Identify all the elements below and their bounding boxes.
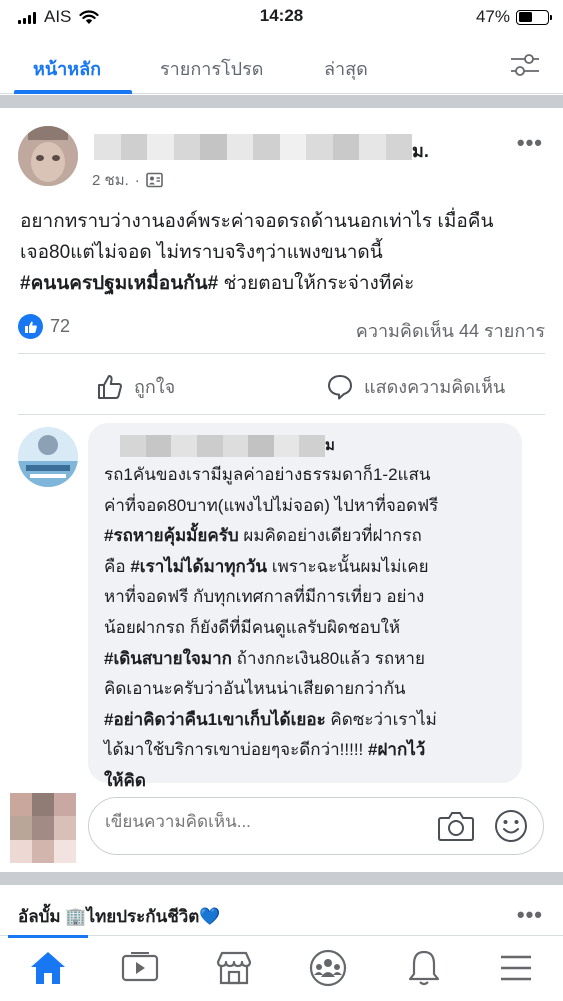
comment-input[interactable]: [105, 812, 425, 832]
active-tab-indicator: [14, 90, 132, 94]
comment-hashtag[interactable]: #เดินสบายใจมาก: [104, 649, 232, 668]
post-text-line: เจอ80แต่ไม่จอด ไม่ทราบจริงๆว่าแพงขนาดนี้: [20, 242, 383, 263]
comment-text-fragment: ถ้างกกะเงิน80แล้ว รถหาย: [231, 648, 425, 668]
bottom-nav: [0, 935, 563, 1001]
like-reaction-icon: [18, 314, 43, 339]
commenter-name-redacted: [120, 435, 325, 457]
marketplace-icon[interactable]: [214, 948, 254, 988]
post-text-line: อยากทราบว่างานองค์พระค่าจอดรถด้านนอกเท่า…: [20, 211, 494, 232]
menu-icon[interactable]: [496, 948, 536, 988]
comment-line: น้อยฝากรถ ก็ยังดีที่มีคนดูแลรับผิดชอบให้: [104, 617, 401, 637]
comment-hashtag[interactable]: #อย่าคิดว่าคืน1เขาเก็บได้เยอะ: [104, 710, 326, 729]
like-button[interactable]: ถูกใจ: [96, 372, 175, 401]
comment-hashtag[interactable]: #เราไม่ได้มาทุกวัน: [130, 557, 267, 576]
comment-text: รถ1คันของเรามีมูลค่าอย่างธรรมดาก็1-2แสน …: [104, 460, 514, 797]
thumbs-up-icon: [98, 374, 122, 399]
comment-label: แสดงความคิดเห็น: [364, 377, 506, 397]
post-meta: 2 ชม. ·: [92, 168, 163, 192]
comment-line: คิดเอานะครับว่าอันไหนน่าเสียดายกว่ากัน: [104, 679, 406, 699]
comment-text-fragment: ผมคิดอย่างเดียวที่ฝากรถ: [238, 526, 422, 546]
status-bar: AIS 14:28 47%: [0, 0, 563, 34]
author-name-redacted: [94, 134, 412, 160]
post-time[interactable]: 2 ชม.: [92, 168, 129, 192]
tab-home[interactable]: หน้าหลัก: [33, 54, 101, 83]
post-text-fragment: ช่วยตอบให้กระจ่างทีค่ะ: [218, 273, 415, 294]
feed-tabs: หน้าหลัก รายการโปรด ล่าสุด: [0, 34, 563, 94]
post-options-icon[interactable]: •••: [517, 130, 543, 156]
post-text-line: #คนนครปฐมเหมื่อนกัน# ช่วยตอบให้กระจ่างที…: [20, 268, 550, 299]
comment-line: ได้มาใช้บริการเขาบ่อยๆจะดีกว่า!!!!! #ฝาก…: [104, 735, 514, 766]
groups-icon[interactable]: [308, 948, 348, 988]
comment-bubble-icon: [328, 374, 352, 399]
comment-line: #อย่าคิดว่าคืน1เขาเก็บได้เยอะ คิดซะว่าเร…: [104, 705, 514, 736]
comment-line: #รถหายคุ้มมั้ยครับ ผมคิดอย่างเดียวที่ฝาก…: [104, 521, 514, 552]
divider: [18, 414, 545, 415]
tab-recent[interactable]: ล่าสุด: [324, 54, 368, 83]
status-right: 47%: [475, 7, 552, 27]
divider: [18, 353, 545, 354]
comment-line: #เดินสบายใจมาก ถ้างกกะเงิน80แล้ว รถหาย: [104, 644, 514, 675]
comment-line: รถ1คันของเรามีมูลค่าอย่างธรรมดาก็1-2แสน: [104, 465, 431, 484]
battery-icon: [516, 9, 552, 25]
group-audience-icon: [145, 172, 163, 188]
post-header: ม. 2 ชม. · •••: [0, 124, 563, 194]
comment-count[interactable]: ความคิดเห็น 44 รายการ: [356, 316, 545, 345]
comment-text-fragment: คิดซะว่าเราไม่: [325, 709, 437, 729]
comment-line: หาที่จอดฟรี กับทุกเทศกาลที่มีการเที่ยว อ…: [104, 587, 425, 607]
next-post-title[interactable]: อัลบั้ม 🏢ไทยประกันชีวิต💙: [18, 903, 221, 930]
feed-separator: [0, 95, 563, 108]
post-body: อยากทราบว่างานองค์พระค่าจอดรถด้านนอกเท่า…: [20, 206, 550, 299]
active-nav-indicator: [8, 935, 88, 938]
comment-hashtag[interactable]: #ฝากไว้: [368, 740, 425, 759]
comment-line: คือ #เราไม่ได้มาทุกวัน เพราะฉะนั้นผมไม่เ…: [104, 552, 514, 583]
like-label: ถูกใจ: [134, 377, 176, 397]
comment-bubble: ม รถ1คันของเรามีมูลค่าอย่างธรรมดาก็1-2แส…: [88, 423, 522, 790]
camera-icon[interactable]: [437, 808, 475, 844]
comment-text-fragment: คือ: [104, 556, 131, 576]
post-actions: ถูกใจ แสดงความคิดเห็น: [0, 364, 563, 410]
meta-dot: ·: [134, 171, 140, 189]
comment-input-box[interactable]: [88, 797, 544, 855]
commenter-avatar[interactable]: [18, 427, 78, 487]
comment-line: ค่าที่จอด80บาท(แพงไปไม่จอด) ไปหาที่จอดฟร…: [104, 495, 439, 515]
author-name-tail[interactable]: ม.: [412, 136, 429, 165]
next-post-options-icon[interactable]: •••: [517, 902, 543, 928]
notifications-icon[interactable]: [404, 948, 444, 988]
comment-button[interactable]: แสดงความคิดเห็น: [326, 372, 505, 401]
comment-text-fragment: เพราะฉะนั้นผมไม่เคย: [267, 556, 429, 576]
reactions-summary[interactable]: 72 ความคิดเห็น 44 รายการ: [18, 314, 545, 341]
tab-favorites[interactable]: รายการโปรด: [160, 54, 263, 83]
comment-text-fragment: ได้มาใช้บริการเขาบ่อยๆจะดีกว่า!!!!!: [104, 740, 368, 760]
battery-percent: 47%: [475, 7, 510, 26]
filter-icon[interactable]: [509, 52, 541, 78]
comment-hashtag[interactable]: #รถหายคุ้มมั้ยครับ: [104, 526, 239, 545]
my-avatar[interactable]: [10, 793, 76, 863]
author-avatar[interactable]: [18, 126, 78, 186]
comment-line: ให้คิด: [104, 766, 514, 797]
comment-hashtag[interactable]: ให้คิด: [104, 771, 146, 790]
home-icon[interactable]: [28, 948, 68, 988]
like-count[interactable]: 72: [50, 316, 70, 337]
emoji-icon[interactable]: [493, 808, 529, 844]
feed-separator: [0, 872, 563, 885]
post-hashtag[interactable]: #คนนครปฐมเหมื่อนกัน#: [20, 273, 218, 294]
watch-icon[interactable]: [120, 948, 160, 988]
commenter-name-tail[interactable]: ม: [325, 433, 335, 457]
